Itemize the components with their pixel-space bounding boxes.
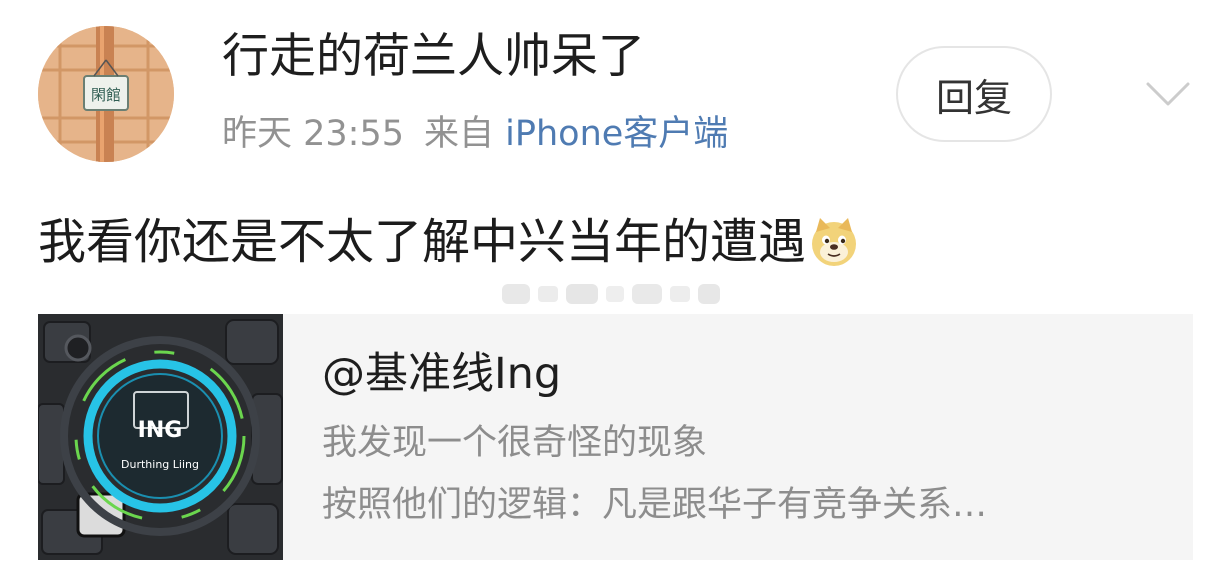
post-time: 昨天 23:55 [222,114,404,154]
thumb-badge-text: ING [138,418,183,443]
chevron-down-icon[interactable] [1142,70,1194,122]
client-link[interactable]: iPhone客户端 [505,114,728,154]
avatar-image: 閑館 [38,26,174,162]
avatar-sign-text: 閑館 [91,86,121,104]
post-meta: 昨天 23:55 来自 iPhone客户端 [222,108,728,160]
quote-title: @基准线Ing [322,349,562,399]
quote-excerpt-line2: 按照他们的逻辑：凡是跟华子有竞争关系… [322,485,988,525]
quote-card[interactable]: ING Durthing Liing @基准线Ing 我发现一个很奇怪的现象 按… [38,314,1193,560]
post-text-row: 我看你还是不太了解中兴当年的遭遇 [38,208,860,276]
quote-excerpt-line1: 我发现一个很奇怪的现象 [322,423,708,463]
author-name[interactable]: 行走的荷兰人帅呆了 [222,26,645,88]
reply-button[interactable]: 回复 [896,46,1052,142]
source-prefix: 来自 [424,114,495,154]
post-text: 我看你还是不太了解中兴当年的遭遇 [38,214,807,270]
doge-emoji-icon [812,218,857,266]
quote-thumbnail: ING Durthing Liing [38,314,283,560]
thumb-caption-text: Durthing Liing [121,458,199,471]
avatar[interactable]: 閑館 [38,26,174,162]
blurred-strip [498,280,724,308]
